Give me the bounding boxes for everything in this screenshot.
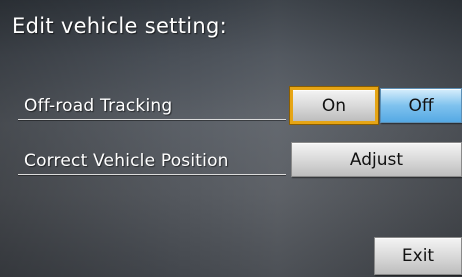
row-divider xyxy=(18,119,286,120)
correct-vehicle-position-label: Correct Vehicle Position xyxy=(24,151,229,171)
navigation-screen: Edit vehicle setting: Off-road Tracking … xyxy=(0,0,462,277)
row-divider xyxy=(18,174,286,175)
off-road-tracking-label: Off-road Tracking xyxy=(24,96,173,116)
off-road-tracking-off-button[interactable]: Off xyxy=(380,88,462,123)
adjust-button[interactable]: Adjust xyxy=(291,142,462,177)
off-road-tracking-on-button[interactable]: On xyxy=(290,87,378,124)
page-title: Edit vehicle setting: xyxy=(12,14,227,38)
exit-button[interactable]: Exit xyxy=(374,237,462,275)
